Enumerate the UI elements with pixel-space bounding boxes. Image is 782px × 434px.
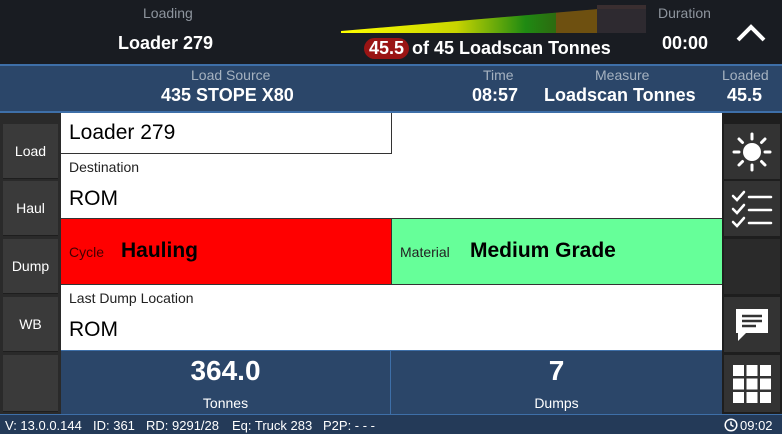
tonnes-stat: 364.0 Tonnes [61, 350, 391, 414]
time-value: 08:57 [472, 85, 519, 105]
rd-text: RD: 9291/28 [146, 418, 219, 433]
tab-haul[interactable]: Haul [3, 181, 58, 236]
tonnes-label: Tonnes [202, 395, 249, 411]
material-cell[interactable]: Material Medium Grade [392, 219, 722, 284]
left-tab-bar: Load Haul Dump WB [0, 113, 61, 414]
cycle-cell[interactable]: Cycle Hauling [61, 219, 392, 284]
progress-text: 45.5 of 45 Loadscan Tonnes [364, 38, 611, 59]
version-text: V: 13.0.0.144 [5, 418, 82, 433]
tab-haul-label: Haul [16, 200, 45, 216]
progress-suffix: of 45 Loadscan Tonnes [412, 38, 611, 58]
chevron-up-icon [736, 24, 766, 42]
brightness-button[interactable] [724, 124, 780, 179]
load-gauge [341, 5, 646, 33]
loading-label: Loading [143, 5, 193, 21]
last-dump-value: ROM [69, 318, 118, 341]
chat-icon [736, 308, 768, 341]
status-bar: V: 13.0.0.144 ID: 361 RD: 9291/28 Eq: Tr… [0, 414, 782, 434]
blank-button [724, 239, 780, 294]
loader-name: Loader 279 [69, 121, 176, 144]
checklist-button[interactable] [724, 181, 780, 236]
equipment-text: Eq: Truck 283 [232, 418, 313, 433]
brightness-icon [732, 132, 772, 171]
duration-label: Duration [658, 5, 711, 21]
header-bar: Loading Loader 279 45.5 of 45 Loadscan To… [0, 0, 782, 64]
duration-value: 00:00 [662, 33, 709, 53]
loader-cell[interactable]: Loader 279 [61, 113, 392, 154]
right-button-bar [722, 113, 782, 414]
measure-value: Loadscan Tonnes [544, 85, 696, 105]
dumps-value: 7 [548, 355, 565, 386]
checklist-icon [731, 190, 773, 228]
last-dump-label: Last Dump Location [69, 290, 194, 306]
tab-dump[interactable]: Dump [3, 239, 58, 294]
tab-blank [3, 355, 58, 412]
dumps-label: Dumps [534, 395, 579, 411]
material-value: Medium Grade [470, 239, 616, 262]
loaded-value: 45.5 [727, 85, 763, 105]
time-label: Time [483, 67, 514, 83]
main-panel: Loader 279 Destination ROM Cycle Hauling… [61, 113, 722, 350]
p2p-text: P2P: - - - [323, 418, 376, 433]
tab-load[interactable]: Load [3, 124, 58, 179]
load-source-value: 435 STOPE X80 [161, 85, 294, 105]
measure-label: Measure [595, 67, 650, 83]
load-source-label: Load Source [191, 67, 271, 83]
tonnes-value: 364.0 [190, 355, 261, 386]
id-text: ID: 361 [93, 418, 135, 433]
tab-dump-label: Dump [11, 258, 50, 274]
grid-menu-button[interactable] [724, 355, 780, 412]
cycle-label: Cycle [69, 244, 105, 260]
tab-wb[interactable]: WB [3, 297, 58, 352]
destination-cell[interactable]: Destination ROM [61, 154, 722, 219]
dumps-stat: 7 Dumps [391, 350, 722, 414]
last-dump-cell[interactable]: Last Dump Location ROM [61, 284, 722, 350]
loader-value: Loader 279 [118, 33, 214, 53]
progress-current-badge: 45.5 [364, 38, 410, 59]
info-bar: Load Source 435 STOPE X80 Time 08:57 Mea… [0, 64, 782, 113]
cycle-value: Hauling [121, 239, 198, 262]
clock-icon [724, 418, 738, 432]
material-label: Material [400, 244, 450, 260]
tab-wb-label: WB [19, 316, 42, 332]
loaded-label: Loaded [722, 67, 769, 83]
destination-label: Destination [69, 159, 140, 175]
clock-text: 09:02 [740, 418, 773, 433]
tab-load-label: Load [14, 143, 47, 159]
chat-button[interactable] [724, 297, 780, 352]
collapse-button[interactable] [722, 6, 780, 60]
destination-value: ROM [69, 187, 118, 210]
grid-menu-icon [733, 364, 771, 403]
